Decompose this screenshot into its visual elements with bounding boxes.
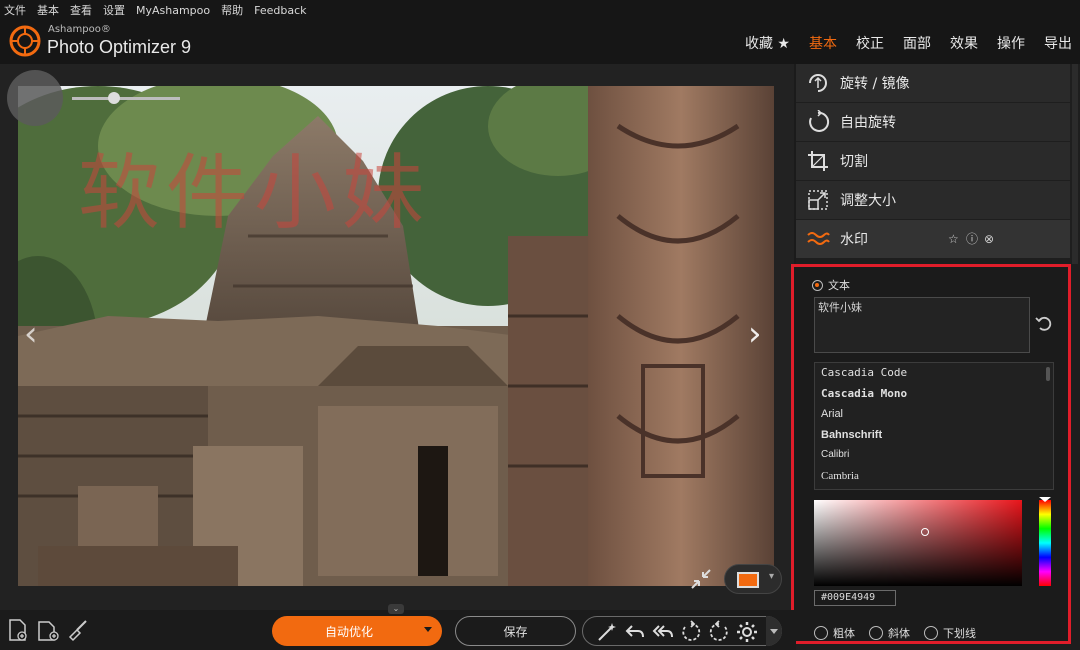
rotate-mirror-icon bbox=[809, 74, 827, 92]
photo-preview[interactable]: 软件小妹 bbox=[18, 86, 774, 586]
font-list[interactable]: Cascadia Code Cascadia Mono Arial Bahnsc… bbox=[814, 362, 1054, 490]
compare-icon[interactable] bbox=[686, 564, 716, 594]
view-mode-icon bbox=[737, 572, 759, 588]
font-item[interactable]: Calibri bbox=[815, 445, 1053, 466]
font-item[interactable]: Cascadia Code bbox=[815, 363, 1053, 384]
tool-crop[interactable]: 切割 bbox=[796, 142, 1070, 180]
undo-all-icon[interactable] bbox=[651, 620, 675, 644]
magic-wand-icon[interactable] bbox=[595, 620, 619, 644]
menu-feedback[interactable]: Feedback bbox=[254, 4, 306, 17]
font-item[interactable]: Arial bbox=[815, 404, 1053, 425]
resize-icon bbox=[808, 190, 828, 210]
chevron-left-icon[interactable]: ‹ bbox=[24, 314, 38, 354]
clear-brush-icon[interactable] bbox=[66, 618, 90, 642]
font-item[interactable]: Cascadia Mono bbox=[815, 384, 1053, 405]
star-icon[interactable]: ☆ bbox=[948, 232, 962, 246]
tool-label: 水印 bbox=[840, 232, 868, 248]
add-folder-icon[interactable] bbox=[36, 618, 60, 642]
text-style-options: 粗体 斜体 下划线 bbox=[814, 625, 990, 641]
underline-label: 下划线 bbox=[943, 627, 976, 640]
bold-radio[interactable] bbox=[814, 626, 828, 640]
italic-label: 斜体 bbox=[888, 627, 910, 640]
zoom-slider-track[interactable] bbox=[72, 97, 180, 100]
rotate-right-icon[interactable] bbox=[707, 620, 731, 644]
menu-view[interactable]: 查看 bbox=[70, 2, 92, 18]
view-mode-toggle[interactable]: ▾ bbox=[724, 564, 782, 594]
ashampoo-logo-icon bbox=[9, 25, 41, 57]
watermark-text-input[interactable]: 软件小妹 bbox=[814, 297, 1030, 353]
tool-label: 自由旋转 bbox=[840, 115, 896, 131]
tool-watermark[interactable]: 水印 ☆ ⓘ ⊗ bbox=[796, 220, 1070, 258]
zoom-slider-thumb[interactable] bbox=[108, 92, 120, 104]
brand-name: Ashampoo® bbox=[48, 24, 111, 35]
menu-basic[interactable]: 基本 bbox=[37, 2, 59, 18]
menu-myashampoo[interactable]: MyAshampoo bbox=[136, 4, 210, 17]
free-rotate-icon bbox=[809, 110, 830, 132]
bottom-toolbar: ⌄ 自动优化 保存 bbox=[0, 604, 796, 650]
collapse-arrow-icon[interactable]: ⌄ bbox=[388, 604, 404, 614]
chevron-down-icon: ▾ bbox=[769, 571, 775, 582]
close-icon[interactable]: ⊗ bbox=[984, 232, 998, 246]
radio-button[interactable] bbox=[812, 279, 823, 291]
add-file-icon[interactable] bbox=[6, 618, 30, 642]
tab-correction[interactable]: 校正 bbox=[856, 33, 884, 53]
underline-radio[interactable] bbox=[924, 626, 938, 640]
gear-icon[interactable] bbox=[735, 620, 759, 644]
tab-export[interactable]: 导出 bbox=[1044, 33, 1072, 53]
auto-optimize-button[interactable]: 自动优化 bbox=[272, 616, 442, 646]
tool-label: 切割 bbox=[840, 154, 868, 170]
watermark-settings: 文本 软件小妹 Cascadia Code Cascadia Mono Aria… bbox=[791, 264, 1071, 644]
tab-basic[interactable]: 基本 bbox=[809, 33, 837, 53]
tool-label: 调整大小 bbox=[840, 193, 896, 209]
color-picker-handle[interactable] bbox=[921, 528, 929, 536]
font-item[interactable]: Bahnschrift bbox=[815, 425, 1053, 446]
image-stage: 软件小妹 ‹ › ▾ bbox=[0, 64, 794, 610]
more-tools-dropdown[interactable] bbox=[766, 616, 782, 646]
rotate-left-icon[interactable] bbox=[679, 620, 703, 644]
reset-icon[interactable] bbox=[1034, 313, 1054, 333]
menu-bar: 文件 基本 查看 设置 MyAshampoo 帮助 Feedback bbox=[0, 0, 1080, 20]
chevron-right-icon[interactable]: › bbox=[748, 314, 762, 354]
menu-settings[interactable]: 设置 bbox=[103, 2, 125, 18]
hex-color-input[interactable]: #009E4949 bbox=[814, 590, 896, 606]
tool-resize[interactable]: 调整大小 bbox=[796, 181, 1070, 219]
hue-slider-marker[interactable] bbox=[1039, 497, 1051, 502]
menu-help[interactable]: 帮助 bbox=[221, 2, 243, 18]
font-item[interactable]: Cambria bbox=[815, 466, 1053, 487]
crop-icon bbox=[808, 151, 828, 171]
hue-slider[interactable] bbox=[1039, 500, 1051, 586]
mode-text-radio[interactable]: 文本 bbox=[812, 277, 850, 293]
bold-label: 粗体 bbox=[833, 627, 855, 640]
tool-panel: 旋转 / 镜像 自由旋转 切割 调整大小 水印 ☆ ⓘ ⊗ 文本 软件小妹 Ca… bbox=[791, 64, 1080, 650]
menu-file[interactable]: 文件 bbox=[4, 2, 26, 18]
watermark-preview-text[interactable]: 软件小妹 bbox=[78, 126, 430, 245]
undo-icon[interactable] bbox=[623, 620, 647, 644]
help-icon[interactable]: ⓘ bbox=[966, 232, 980, 246]
zoom-control[interactable] bbox=[7, 70, 63, 126]
tool-free-rotate[interactable]: 自由旋转 bbox=[796, 103, 1070, 141]
save-button[interactable]: 保存 bbox=[455, 616, 576, 646]
tool-label: 旋转 / 镜像 bbox=[840, 76, 910, 92]
tab-operations[interactable]: 操作 bbox=[997, 33, 1025, 53]
tool-rotate-mirror[interactable]: 旋转 / 镜像 bbox=[796, 64, 1070, 102]
italic-radio[interactable] bbox=[869, 626, 883, 640]
app-header: Ashampoo® Photo Optimizer 9 收藏 ★ 基本 校正 面… bbox=[0, 20, 1080, 64]
tab-favorites[interactable]: 收藏 ★ bbox=[745, 33, 790, 53]
panel-scrollbar[interactable] bbox=[1072, 64, 1078, 264]
chevron-down-icon[interactable] bbox=[424, 627, 432, 632]
tab-face[interactable]: 面部 bbox=[903, 33, 931, 53]
top-nav: 收藏 ★ 基本 校正 面部 效果 操作 导出 bbox=[726, 33, 1072, 53]
app-title: Photo Optimizer 9 bbox=[47, 37, 192, 57]
watermark-actions: ☆ ⓘ ⊗ bbox=[944, 232, 998, 246]
mode-text-label: 文本 bbox=[828, 279, 850, 292]
edit-tools-group bbox=[582, 616, 782, 646]
watermark-icon bbox=[807, 232, 830, 245]
tab-effects[interactable]: 效果 bbox=[950, 33, 978, 53]
color-picker-field[interactable] bbox=[814, 500, 1022, 586]
font-list-scrollbar[interactable] bbox=[1046, 367, 1050, 381]
